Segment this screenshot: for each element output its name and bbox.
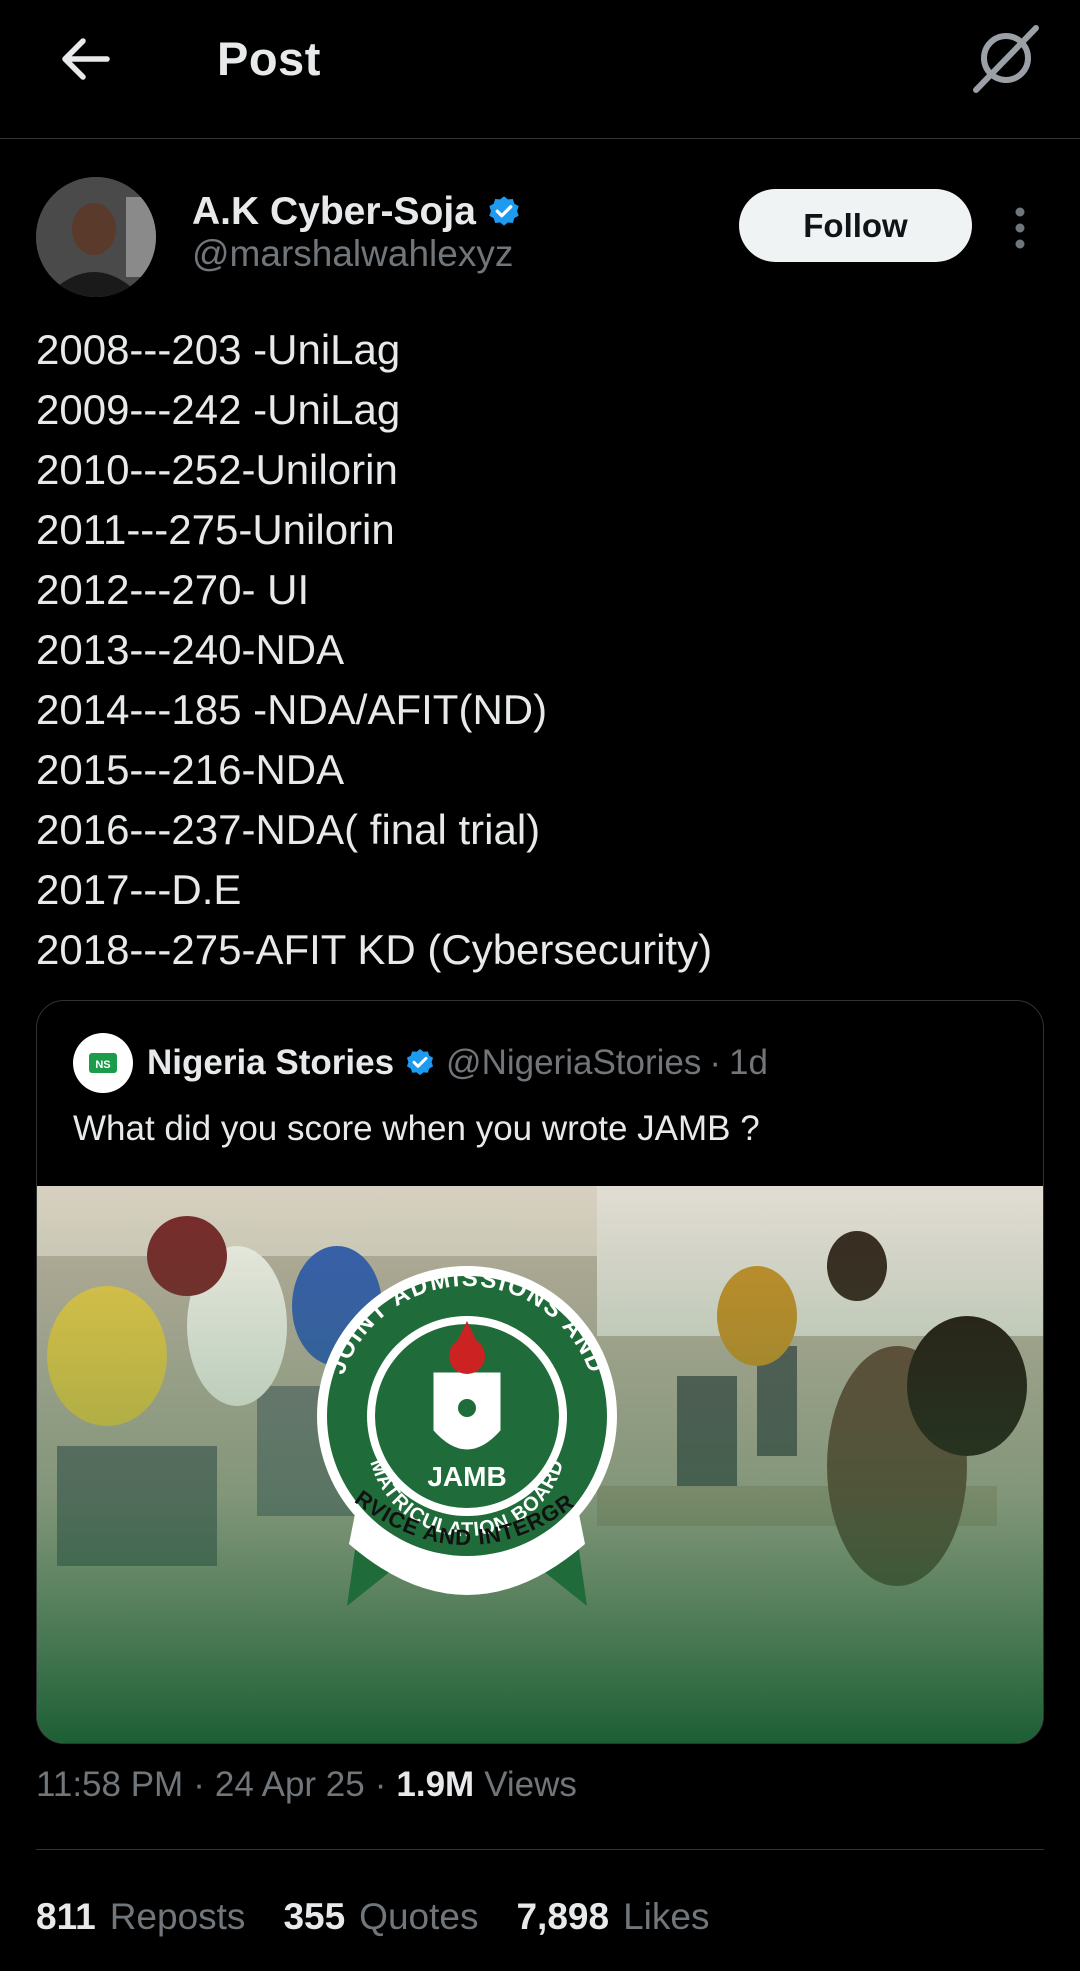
post-line: 2010---252-Unilorin (36, 446, 398, 493)
post-meta: 11:58 PM · 24 Apr 25 · 1.9M Views (36, 1765, 577, 1805)
post-line: 2013---240-NDA (36, 626, 345, 673)
quoted-post-card[interactable]: NS Nigeria Stories @NigeriaStories · 1d … (36, 1000, 1044, 1744)
author-name[interactable]: A.K Cyber-Soja (192, 190, 522, 234)
quotes-label: Quotes (359, 1896, 479, 1937)
reposts-count: 811 (36, 1896, 96, 1937)
follow-button[interactable]: Follow (739, 189, 972, 262)
likes-label: Likes (623, 1896, 710, 1937)
separator-dot: · (374, 1765, 387, 1804)
more-vertical-icon (1015, 207, 1025, 249)
logo-center-text: JAMB (427, 1461, 506, 1492)
back-button[interactable] (50, 28, 120, 90)
arrow-left-icon (62, 38, 110, 80)
views-count[interactable]: 1.9M (396, 1765, 474, 1805)
post-date: 24 Apr 25 (214, 1765, 365, 1804)
quotes-stat[interactable]: 355 Quotes (283, 1896, 478, 1938)
post-time: 11:58 PM (36, 1765, 184, 1804)
post-line: 2008---203 -UniLag (36, 326, 401, 373)
reposts-label: Reposts (109, 1896, 246, 1937)
grok-button[interactable] (966, 18, 1046, 98)
verified-badge-icon (489, 196, 519, 226)
likes-count: 7,898 (516, 1896, 610, 1937)
post-line: 2014---185 -NDA/AFIT(ND) (36, 686, 548, 733)
separator-dot: · (709, 1043, 722, 1082)
svg-text:NS: NS (95, 1059, 110, 1071)
views-label[interactable]: Views (484, 1765, 577, 1805)
avatar-image (36, 177, 156, 297)
quoted-author-handle: @NigeriaStories (446, 1043, 702, 1082)
post-line: 2012---270- UI (36, 566, 310, 613)
quoted-post-time: 1d (729, 1043, 768, 1082)
separator-dot: · (193, 1765, 205, 1804)
divider (36, 1849, 1044, 1850)
jamb-exam-hall-image: JOINT ADMISSIONS AND MATRICULATION BOARD… (37, 1186, 1043, 1743)
quoted-post-header: NS Nigeria Stories @NigeriaStories · 1d (73, 1033, 768, 1093)
page-title: Post (217, 32, 321, 85)
likes-stat[interactable]: 7,898 Likes (516, 1896, 709, 1938)
engagement-stats: 811 Reposts 355 Quotes 7,898 Likes (36, 1896, 747, 1938)
author-name-text: A.K Cyber-Soja (192, 190, 476, 233)
author-row: A.K Cyber-Soja @marshalwahlexyz Follow (0, 160, 1080, 300)
quoted-avatar[interactable]: NS (73, 1033, 133, 1093)
post-line: 2015---216-NDA (36, 746, 345, 793)
more-options-button[interactable] (1000, 200, 1040, 256)
post-text: 2008---203 -UniLag 2009---242 -UniLag 20… (36, 320, 1046, 980)
verified-badge-icon (406, 1049, 434, 1076)
top-bar: Post (0, 0, 1080, 139)
nigeria-stories-logo-icon: NS (89, 1053, 117, 1073)
post-line: 2018---275-AFIT KD (Cybersecurity) (36, 926, 713, 973)
avatar[interactable] (36, 177, 156, 297)
post-line: 2016---237-NDA( final trial) (36, 806, 541, 853)
reposts-stat[interactable]: 811 Reposts (36, 1896, 245, 1938)
quotes-count: 355 (283, 1896, 346, 1937)
quoted-post-image[interactable]: JOINT ADMISSIONS AND MATRICULATION BOARD… (37, 1186, 1043, 1743)
quoted-post-text: What did you score when you wrote JAMB ? (73, 1109, 760, 1148)
grok-icon (973, 25, 1039, 93)
post-line: 2009---242 -UniLag (36, 386, 401, 433)
post-line: 2017---D.E (36, 866, 242, 913)
author-handle[interactable]: @marshalwahlexyz (192, 233, 513, 275)
post-line: 2011---275-Unilorin (36, 506, 395, 553)
quoted-author-name: Nigeria Stories (147, 1043, 395, 1082)
